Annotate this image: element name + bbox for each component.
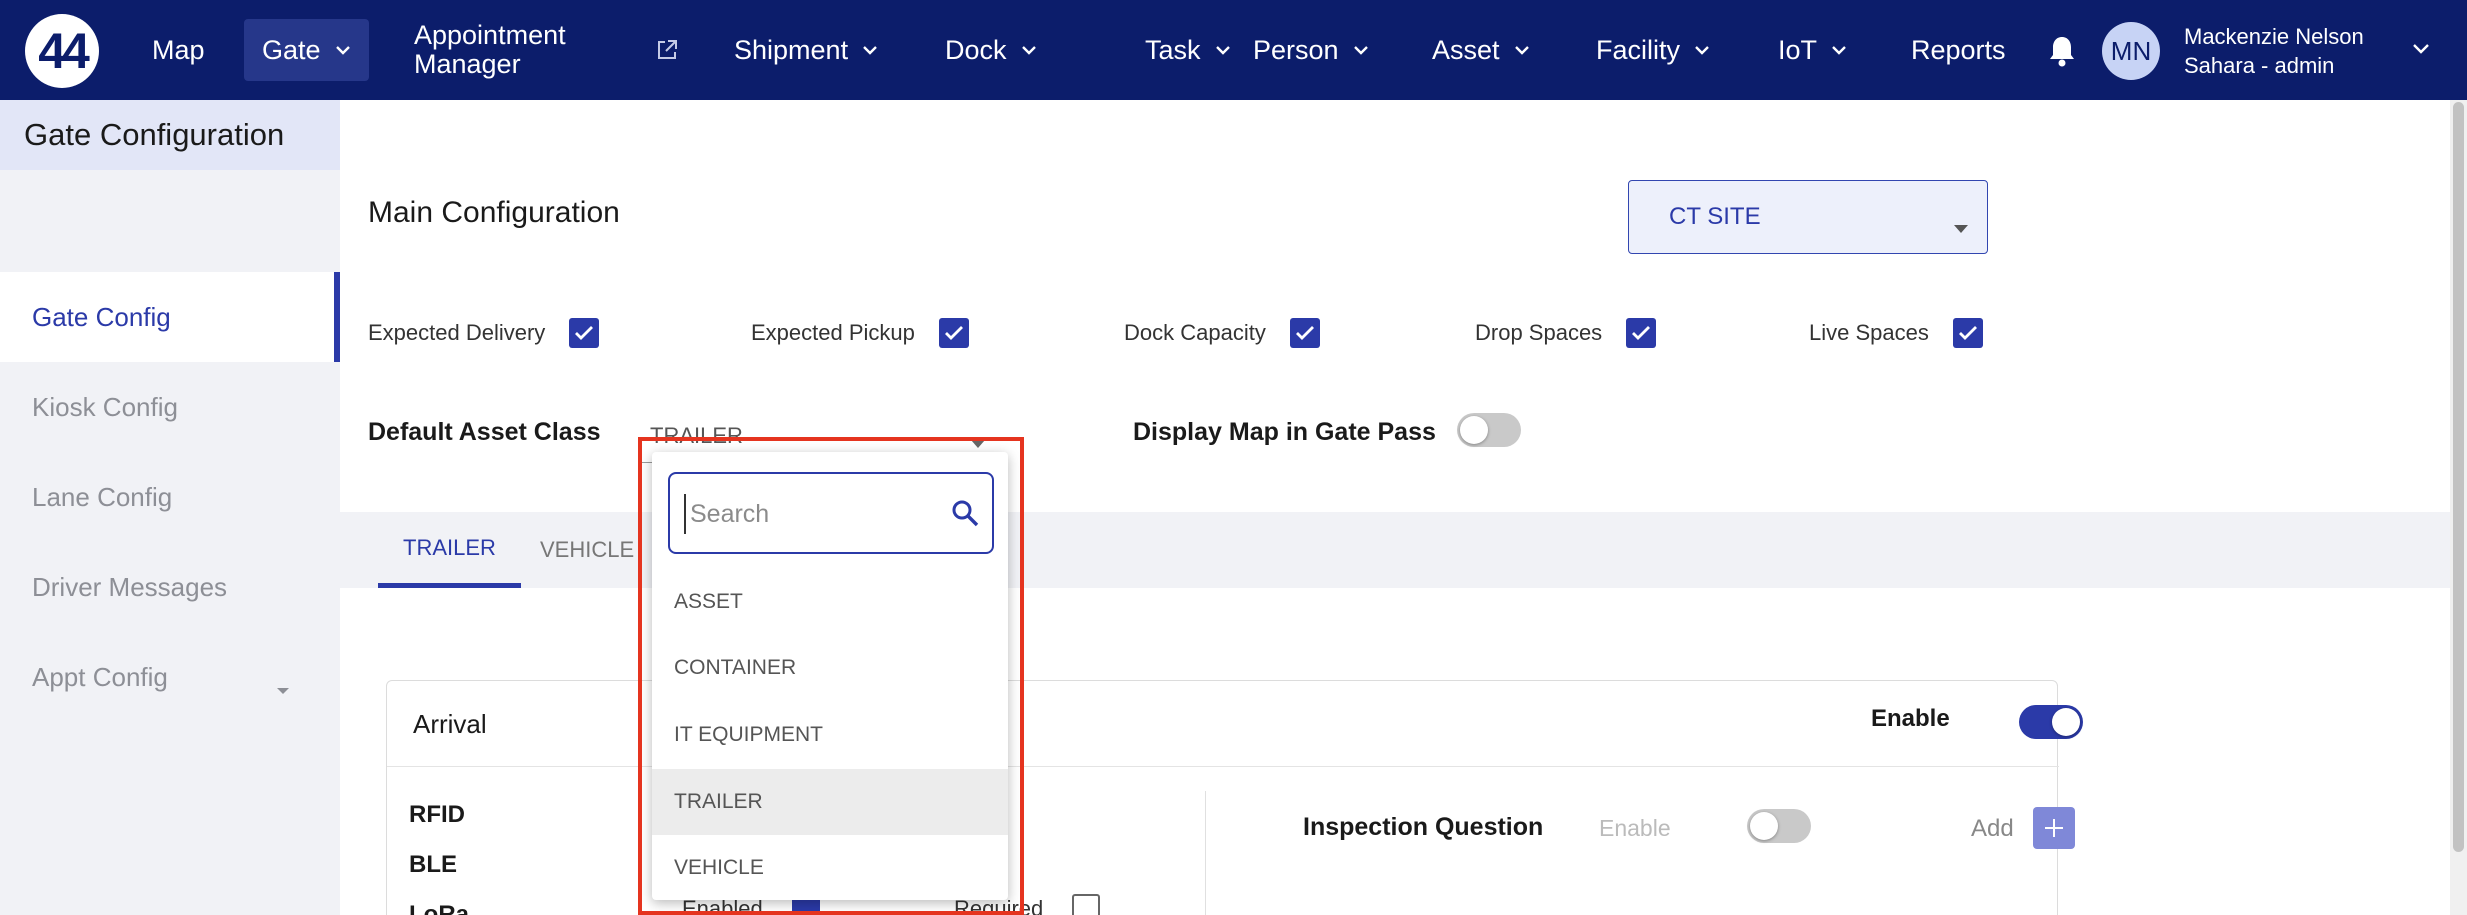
check-drop-spaces: Drop Spaces: [1475, 318, 1657, 348]
check-dock-capacity: Dock Capacity: [1124, 318, 1320, 348]
chevron-down-icon: [1353, 45, 1369, 55]
user-role: Sahara - admin: [2184, 53, 2335, 78]
add-label: Add: [1971, 815, 2014, 842]
nav-person[interactable]: Person: [1253, 0, 1369, 100]
nav-asset[interactable]: Asset: [1432, 0, 1530, 100]
inspection-enable-toggle[interactable]: [1747, 809, 1811, 843]
card-title: Arrival: [413, 709, 487, 739]
tab-trailer[interactable]: TRAILER: [378, 512, 521, 588]
checkbox[interactable]: [1626, 318, 1657, 348]
checkbox[interactable]: [1952, 318, 1983, 348]
chevron-down-icon: [1514, 45, 1530, 55]
sidebar-item-driver-messages[interactable]: Driver Messages: [0, 542, 340, 632]
plus-icon: [2045, 819, 2063, 837]
divider: [1205, 791, 1206, 915]
scrollbar[interactable]: [2450, 100, 2467, 915]
checkbox[interactable]: [1289, 318, 1320, 348]
chevron-down-icon: [335, 45, 351, 55]
highlight-box: [638, 437, 1024, 915]
checkbox[interactable]: [569, 318, 600, 348]
chevron-down-icon[interactable]: [2412, 42, 2430, 60]
add-button[interactable]: [2033, 807, 2075, 849]
chevron-down-icon: [1215, 45, 1231, 55]
avatar[interactable]: MN: [2102, 22, 2160, 80]
arrival-card: Arrival Enable RFID BLE LoRa Inspection …: [386, 680, 2083, 915]
display-map-label: Display Map in Gate Pass: [1133, 418, 1436, 446]
user-name: Mackenzie Nelson: [2184, 24, 2364, 49]
site-select[interactable]: CT SITE: [1628, 180, 1988, 254]
lora-required-checkbox[interactable]: [1072, 894, 1100, 915]
rfid-label: RFID: [409, 801, 465, 828]
app-logo[interactable]: 44: [25, 14, 99, 88]
user-info[interactable]: Mackenzie Nelson Sahara - admin: [2184, 22, 2364, 80]
ble-label: BLE: [409, 851, 457, 878]
bell-icon[interactable]: [2047, 34, 2077, 73]
nav-iot[interactable]: IoT: [1778, 0, 1847, 100]
check-expected-pickup: Expected Pickup: [751, 318, 969, 348]
sidebar-item-kiosk-config[interactable]: Kiosk Config: [0, 362, 340, 452]
chevron-down-icon: [1694, 45, 1710, 55]
checkbox[interactable]: [938, 318, 969, 348]
sidebar-item-appt-config[interactable]: Appt Config: [0, 632, 340, 722]
external-link-icon[interactable]: [655, 38, 679, 67]
default-asset-class-label: Default Asset Class: [368, 418, 601, 446]
display-map-toggle[interactable]: [1457, 413, 1521, 447]
nav-gate[interactable]: Gate: [244, 19, 369, 81]
inspection-enable-label: Enable: [1599, 815, 1671, 841]
nav-appointment-manager[interactable]: Appointment Manager: [414, 0, 566, 100]
sidebar-item-lane-config[interactable]: Lane Config: [0, 452, 340, 542]
sidebar-item-gate-config[interactable]: Gate Config: [0, 272, 340, 362]
nav-dock[interactable]: Dock: [945, 0, 1037, 100]
enable-label: Enable: [1871, 705, 1950, 732]
chevron-down-icon: [1831, 45, 1847, 55]
nav-task[interactable]: Task: [1145, 0, 1231, 100]
nav-shipment[interactable]: Shipment: [734, 0, 878, 100]
caret-down-icon: [275, 672, 291, 703]
sidebar-title: Gate Configuration: [0, 100, 340, 170]
sidebar: Gate Configuration Gate Config Kiosk Con…: [0, 100, 340, 915]
lora-label: LoRa: [409, 901, 469, 915]
check-expected-delivery: Expected Delivery: [368, 318, 600, 348]
page-title: Main Configuration: [368, 196, 620, 229]
caret-down-icon: [1953, 213, 1969, 241]
top-navigation: 44 Map Gate Appointment Manager Shipment …: [0, 0, 2467, 100]
nav-reports[interactable]: Reports: [1911, 0, 2006, 100]
nav-map[interactable]: Map: [152, 0, 205, 100]
arrival-enable-toggle[interactable]: [2019, 705, 2083, 739]
inspection-question-label: Inspection Question: [1303, 813, 1544, 841]
chevron-down-icon: [862, 45, 878, 55]
chevron-down-icon: [1021, 45, 1037, 55]
check-live-spaces: Live Spaces: [1809, 318, 1983, 348]
tab-vehicle[interactable]: VEHICLE: [540, 512, 634, 588]
nav-facility[interactable]: Facility: [1596, 0, 1710, 100]
